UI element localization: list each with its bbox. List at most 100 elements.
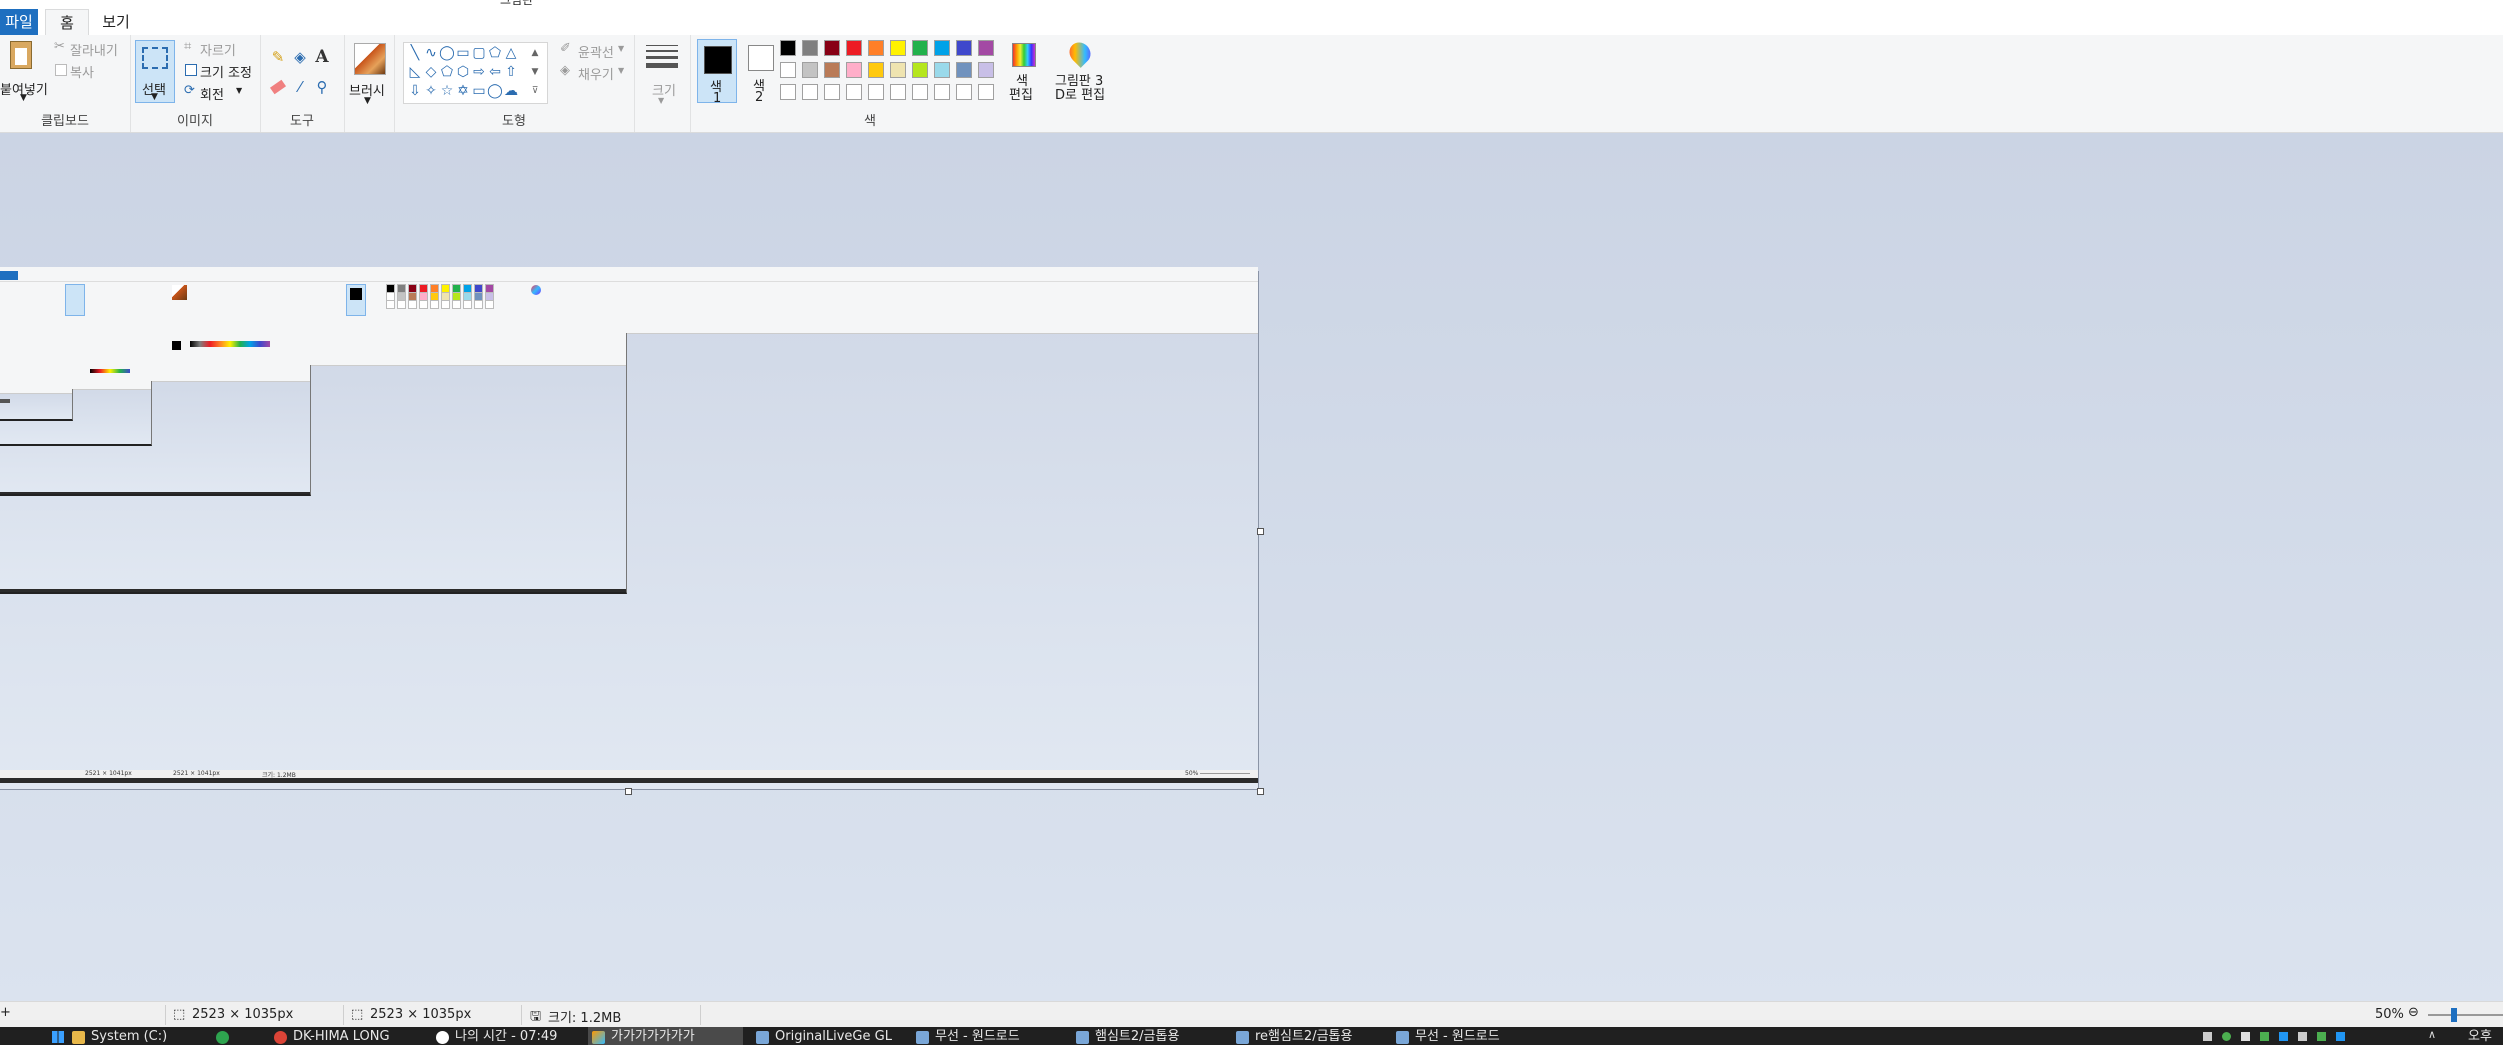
zoom-slider[interactable]	[2428, 1008, 2503, 1022]
tray-icon-3[interactable]	[2241, 1032, 2250, 1041]
shapes-gallery[interactable]: ╲ ∿ ◯ ▭ ▢ ⬠ △ ◺ ◇ ⬠ ⬡ ⇨ ⇦ ⇧ ⇩ ✧ ☆ ✡ ▭ ◯ …	[403, 42, 548, 104]
palette-swatch[interactable]	[978, 62, 994, 78]
palette-swatch[interactable]	[956, 84, 972, 100]
tray-icon-2[interactable]	[2222, 1032, 2231, 1041]
paint3d-icon	[1065, 38, 1095, 68]
palette-swatch[interactable]	[978, 84, 994, 100]
taskbar-item-window5[interactable]: OriginalLiveGe GL	[752, 1027, 902, 1045]
palette-swatch[interactable]	[890, 40, 906, 56]
zoom-out-button[interactable]: ⊖	[2408, 1005, 2419, 1020]
palette-swatch[interactable]	[868, 62, 884, 78]
palette-swatch[interactable]	[978, 40, 994, 56]
up-arrow-shape-icon[interactable]: ⇧	[502, 63, 520, 81]
triangle-shape-icon[interactable]: △	[502, 44, 520, 62]
palette-swatch[interactable]	[780, 40, 796, 56]
cut-button[interactable]: ✂ 잘라내기	[52, 39, 127, 59]
gallery-scroll-down-icon[interactable]: ▼	[526, 63, 544, 81]
palette-swatch[interactable]	[824, 62, 840, 78]
outline-button[interactable]: ✐ 윤곽선 ▼	[560, 41, 632, 61]
palette-swatch[interactable]	[824, 40, 840, 56]
tray-icon-4[interactable]	[2260, 1032, 2269, 1041]
taskbar-item-edge[interactable]	[212, 1027, 252, 1045]
tray-icon-1[interactable]	[2203, 1032, 2212, 1041]
edit-colors-button[interactable]: 색 편집	[1003, 39, 1041, 109]
color1-button[interactable]: 색 1	[697, 39, 737, 106]
tab-file[interactable]: 파일	[0, 9, 38, 35]
palette-swatch[interactable]	[846, 40, 862, 56]
canvas-resize-handle-right[interactable]	[1257, 528, 1264, 535]
palette-swatch[interactable]	[890, 62, 906, 78]
gallery-scroll-up-icon[interactable]: ▲	[526, 44, 544, 62]
palette-swatch[interactable]	[824, 84, 840, 100]
palette-swatch[interactable]	[802, 62, 818, 78]
taskbar-item-explorer[interactable]: System (C:)	[68, 1027, 203, 1045]
clipboard-icon	[10, 41, 32, 69]
palette-swatch[interactable]	[912, 62, 928, 78]
chrome-icon	[274, 1031, 287, 1044]
paint3d-label-line2: D로 편집	[1055, 88, 1106, 103]
gallery-expand-icon[interactable]: ⊽	[526, 82, 544, 100]
size-button[interactable]: 크기 ▼	[642, 41, 682, 111]
taskbar-item-chrome[interactable]: DK-HIMA LONG	[270, 1027, 430, 1045]
taskbar-item-paint[interactable]: 가가가가가가가	[588, 1027, 743, 1045]
palette-swatch[interactable]	[802, 40, 818, 56]
palette-swatch[interactable]	[956, 40, 972, 56]
taskbar-item-timer[interactable]: 나의 시간 - 07:49	[432, 1027, 582, 1045]
taskbar-item-window6[interactable]: 무선 - 원드로드	[912, 1027, 1062, 1045]
tab-view[interactable]: 보기	[95, 9, 137, 35]
crop-button[interactable]: ⌗ 자르기	[182, 39, 258, 59]
windows-start-icon[interactable]	[52, 1031, 64, 1043]
color2-button[interactable]: 색 2	[742, 39, 778, 105]
fill-bucket-icon[interactable]: ◈	[290, 47, 310, 67]
paste-button[interactable]: 붙여넣기 ▼	[0, 39, 48, 103]
palette-swatch[interactable]	[868, 84, 884, 100]
paint-icon	[592, 1031, 605, 1044]
nested-file-tab	[0, 271, 18, 280]
palette-swatch[interactable]	[802, 84, 818, 100]
magnifier-icon[interactable]: ⚲	[312, 77, 332, 97]
fill-dropdown-icon: ▼	[618, 66, 625, 75]
tray-icon-7[interactable]	[2317, 1032, 2326, 1041]
palette-swatch[interactable]	[846, 62, 862, 78]
palette-swatch[interactable]	[956, 62, 972, 78]
color2-swatch	[748, 45, 774, 71]
brush-button[interactable]: 브러시 ▼	[348, 41, 390, 109]
resize-button[interactable]: 크기 조정	[182, 61, 258, 81]
palette-swatch[interactable]	[868, 40, 884, 56]
tray-chevron-icon[interactable]: ∧	[2428, 1028, 2436, 1041]
canvas-workspace[interactable]: 2521 × 1041px 2521 × 1041px 크기: 1.2MB 50…	[0, 133, 2503, 1001]
rotate-button[interactable]: ⟳ 회전 ▼	[182, 83, 258, 103]
taskbar-item-window7[interactable]: 햄심트2/금톱용	[1072, 1027, 1222, 1045]
text-icon[interactable]: A	[312, 47, 332, 67]
palette-swatch[interactable]	[912, 40, 928, 56]
tab-home[interactable]: 홈	[45, 9, 89, 36]
palette-swatch[interactable]	[912, 84, 928, 100]
canvas-resize-handle-bottom[interactable]	[625, 788, 632, 795]
palette-swatch[interactable]	[934, 62, 950, 78]
pencil-icon[interactable]: ✎	[268, 47, 288, 67]
tray-icon-5[interactable]	[2279, 1032, 2288, 1041]
palette-swatch[interactable]	[890, 84, 906, 100]
select-button[interactable]: 선택 ▼	[135, 40, 175, 103]
size-dropdown-icon: ▼	[658, 96, 665, 105]
zoom-slider-thumb[interactable]	[2451, 1008, 2457, 1022]
fill-button[interactable]: ◈ 채우기 ▼	[560, 63, 632, 83]
callout-cloud-shape-icon[interactable]: ☁	[502, 82, 520, 100]
drawing-canvas[interactable]: 2521 × 1041px 2521 × 1041px 크기: 1.2MB 50…	[0, 267, 1264, 795]
copy-button[interactable]: 복사	[52, 61, 127, 81]
palette-swatch[interactable]	[780, 62, 796, 78]
eraser-icon[interactable]	[268, 77, 288, 97]
taskbar-clock[interactable]: 오후	[2468, 1027, 2503, 1045]
palette-swatch[interactable]	[780, 84, 796, 100]
canvas-resize-handle-corner[interactable]	[1257, 788, 1264, 795]
palette-swatch[interactable]	[934, 84, 950, 100]
tray-icon-6[interactable]	[2298, 1032, 2307, 1041]
paint3d-button[interactable]: 그림판 3 D로 편집	[1052, 38, 1108, 109]
taskbar-item-window8[interactable]: re햄심트2/금톱용	[1232, 1027, 1382, 1045]
taskbar-item-window9[interactable]: 무선 - 원드로드	[1392, 1027, 1542, 1045]
palette-swatch[interactable]	[934, 40, 950, 56]
image-group: 선택 ▼ ⌗ 자르기 크기 조정 ⟳ 회전 ▼ 이미지	[130, 35, 261, 132]
palette-swatch[interactable]	[846, 84, 862, 100]
color-picker-icon[interactable]: ⁄	[290, 77, 310, 97]
tray-icon-8[interactable]	[2336, 1032, 2345, 1041]
